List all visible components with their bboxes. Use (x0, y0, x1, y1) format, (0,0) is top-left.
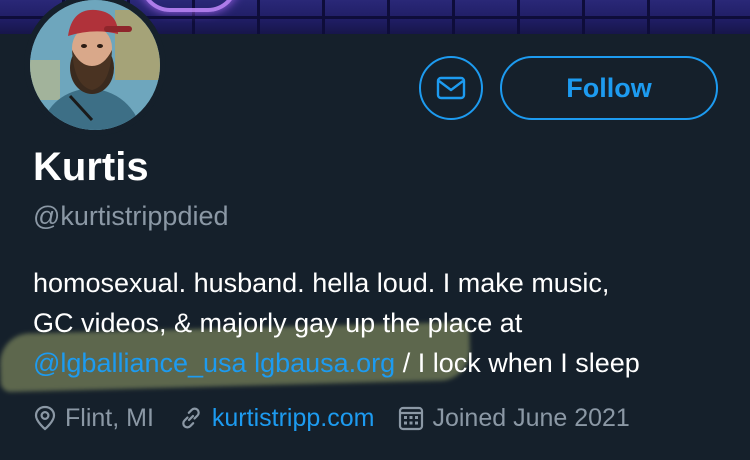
calendar-icon (399, 406, 424, 431)
profile-bio: homosexual. husband. hella loud. I make … (33, 263, 733, 383)
bio-mention-link[interactable]: @lgballiance_usa (33, 348, 247, 378)
bio-line-3-text: / I lock when I sleep (395, 348, 640, 378)
follow-button[interactable]: Follow (500, 56, 718, 120)
link-icon (182, 407, 200, 429)
location-item: Flint, MI (33, 404, 154, 433)
profile-handle: @kurtistrippdied (33, 201, 229, 231)
joined-text: Joined June 2021 (432, 403, 630, 432)
message-button[interactable] (419, 56, 483, 120)
joined-item: Joined June 2021 (398, 403, 630, 433)
bio-line-3: @lgballiance_usa lgbausa.org / I lock wh… (33, 343, 733, 383)
website-link[interactable]: kurtistripp.com (212, 404, 375, 433)
profile-page: Follow Kurtis @kurtistrippdied homosexua… (0, 0, 750, 460)
follow-button-label: Follow (566, 72, 652, 103)
avatar[interactable] (24, 0, 166, 136)
profile-meta: Flint, MI kurtistripp.com Joined June 20… (33, 400, 654, 436)
envelope-icon (436, 76, 466, 100)
bio-line-2: GC videos, & majorly gay up the place at (33, 308, 523, 338)
location-text: Flint, MI (65, 403, 154, 432)
neon-sign-decoration (140, 0, 238, 12)
bio-url-link[interactable]: lgbausa.org (254, 348, 395, 378)
avatar-image (30, 0, 160, 130)
display-name: Kurtis (33, 145, 149, 189)
bio-line-1: homosexual. husband. hella loud. I make … (33, 268, 610, 298)
location-pin-icon (34, 405, 56, 431)
website-item[interactable]: kurtistripp.com (178, 404, 375, 433)
